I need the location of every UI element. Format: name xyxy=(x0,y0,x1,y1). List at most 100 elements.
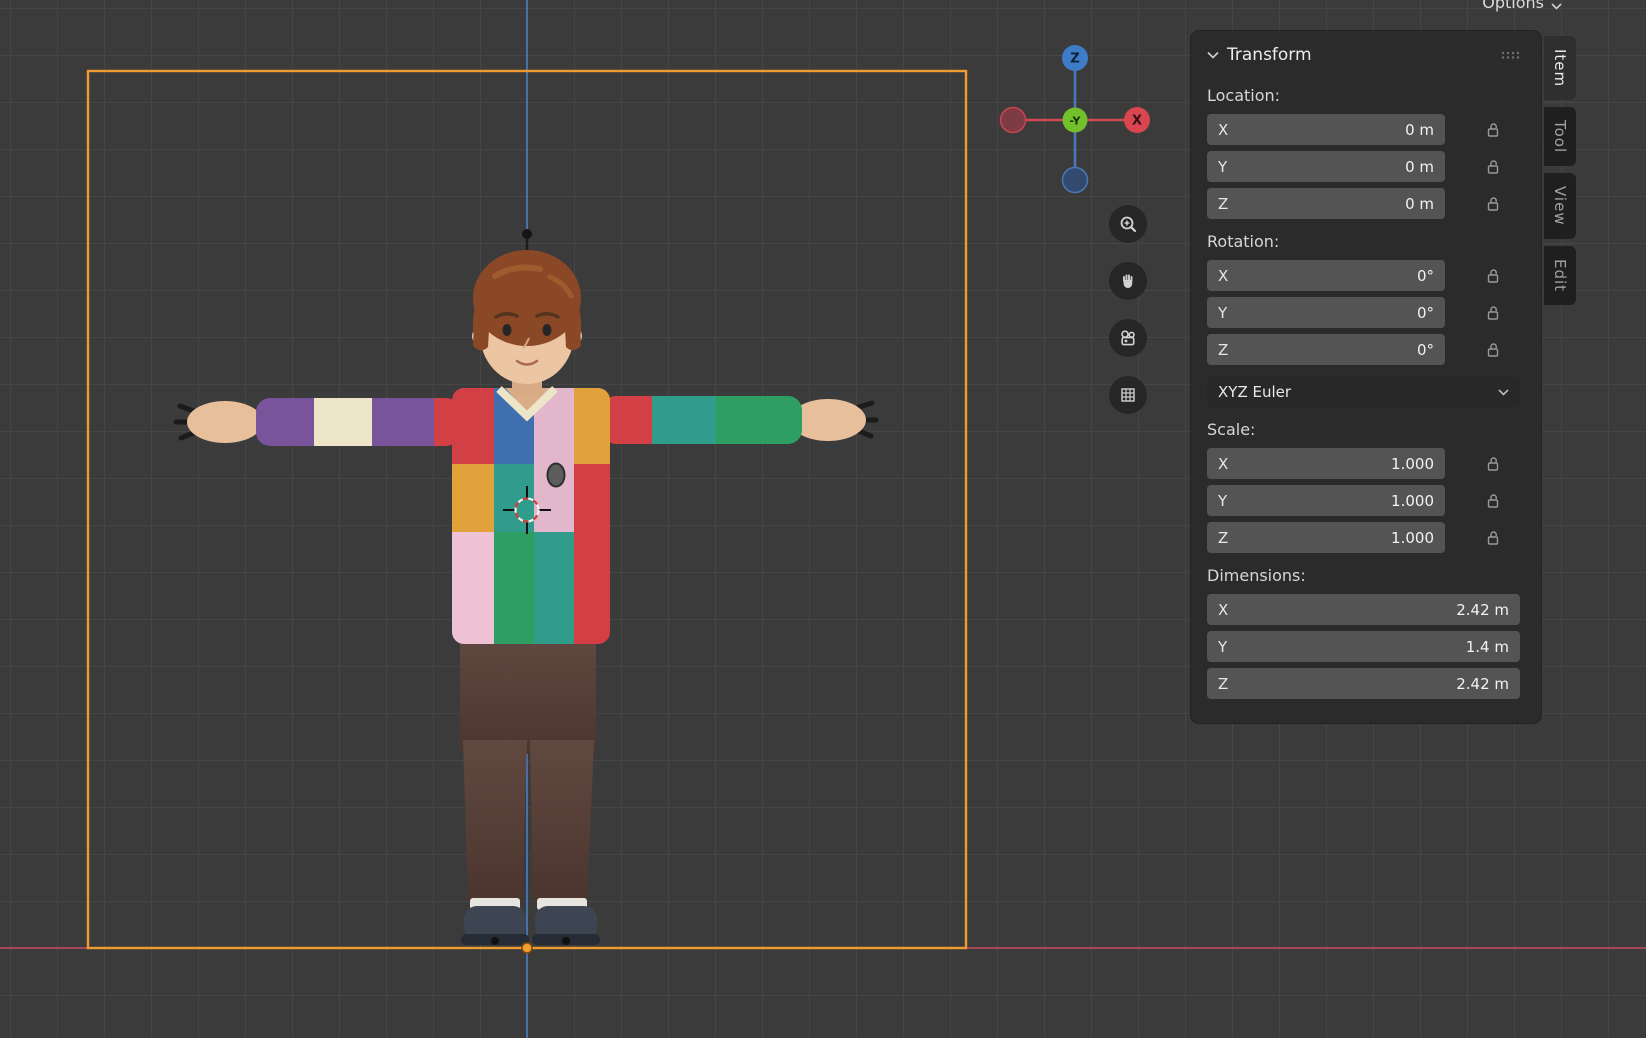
rotation-mode-value: XYZ Euler xyxy=(1218,383,1291,401)
dimensions-section-label: Dimensions: xyxy=(1207,566,1520,585)
character-sweater[interactable] xyxy=(452,388,610,644)
rotation-mode-dropdown[interactable]: XYZ Euler xyxy=(1207,377,1520,407)
axis-label: Y xyxy=(1218,304,1227,322)
location-x-field[interactable]: X 0 m xyxy=(1207,114,1445,145)
axis-label: X xyxy=(1218,455,1228,473)
rotation-z-field[interactable]: Z 0° xyxy=(1207,334,1445,365)
dimensions-y-row: Y 1.4 m xyxy=(1207,631,1520,662)
unlock-icon xyxy=(1484,529,1502,547)
transform-panel: Transform Location: X 0 m Y 0 m Z 0 xyxy=(1190,30,1542,724)
rotation-x-row: X 0° xyxy=(1207,260,1520,291)
rotation-x-field[interactable]: X 0° xyxy=(1207,260,1445,291)
gizmo-z-label: Z xyxy=(1070,52,1079,67)
orientation-gizmo[interactable]: Z X -Y xyxy=(995,40,1155,200)
gizmo-neg-y-label: -Y xyxy=(1070,115,1082,128)
axis-value: 1.4 m xyxy=(1466,638,1509,656)
sidebar-tab-view[interactable]: View xyxy=(1544,173,1576,239)
location-z-field[interactable]: Z 0 m xyxy=(1207,188,1445,219)
scale-x-row: X 1.000 xyxy=(1207,448,1520,479)
axis-value: 0° xyxy=(1417,267,1434,285)
axis-label: Y xyxy=(1218,638,1227,656)
dimensions-y-field[interactable]: Y 1.4 m xyxy=(1207,631,1520,662)
sidebar-tab-strip: Item Tool View Edit xyxy=(1544,36,1576,305)
blender-window: Options Z X -Y xyxy=(0,0,1646,1038)
magnifier-icon xyxy=(1118,214,1138,234)
location-z-lock-button[interactable] xyxy=(1481,192,1505,216)
rotation-y-row: Y 0° xyxy=(1207,297,1520,328)
axis-value: 1.000 xyxy=(1391,529,1434,547)
axis-value: 0° xyxy=(1417,304,1434,322)
options-label: Options xyxy=(1482,0,1544,13)
scale-y-lock-button[interactable] xyxy=(1481,489,1505,513)
camera-icon xyxy=(1118,328,1138,348)
tab-label: Tool xyxy=(1551,120,1569,153)
rotation-y-field[interactable]: Y 0° xyxy=(1207,297,1445,328)
scale-x-field[interactable]: X 1.000 xyxy=(1207,448,1445,479)
options-dropdown[interactable]: Options xyxy=(1482,0,1562,13)
axis-value: 0° xyxy=(1417,341,1434,359)
axis-value: 0 m xyxy=(1405,195,1434,213)
zoom-button[interactable] xyxy=(1109,205,1147,243)
sidebar-tab-item[interactable]: Item xyxy=(1544,36,1576,100)
pan-button[interactable] xyxy=(1109,262,1147,300)
character-model[interactable] xyxy=(176,229,876,945)
tab-label: Item xyxy=(1551,49,1569,87)
chevron-down-icon xyxy=(1551,3,1562,10)
sidebar-tab-edit[interactable]: Edit xyxy=(1544,246,1576,305)
axis-value: 1.000 xyxy=(1391,492,1434,510)
scale-y-row: Y 1.000 xyxy=(1207,485,1520,516)
axis-label: X xyxy=(1218,267,1228,285)
location-section-label: Location: xyxy=(1207,86,1520,105)
grid-icon xyxy=(1118,385,1138,405)
location-y-field[interactable]: Y 0 m xyxy=(1207,151,1445,182)
grid-ortho-button[interactable] xyxy=(1109,376,1147,414)
scale-z-lock-button[interactable] xyxy=(1481,526,1505,550)
axis-value: 0 m xyxy=(1405,121,1434,139)
object-origin-point[interactable] xyxy=(522,943,532,953)
location-y-row: Y 0 m xyxy=(1207,151,1520,182)
axis-value: 2.42 m xyxy=(1456,675,1509,693)
gizmo-neg-x-ball[interactable] xyxy=(1001,108,1026,133)
axis-label: Y xyxy=(1218,158,1227,176)
scale-y-field[interactable]: Y 1.000 xyxy=(1207,485,1445,516)
unlock-icon xyxy=(1484,341,1502,359)
location-y-lock-button[interactable] xyxy=(1481,155,1505,179)
dimensions-x-field[interactable]: X 2.42 m xyxy=(1207,594,1520,625)
rotation-x-lock-button[interactable] xyxy=(1481,264,1505,288)
axis-label: X xyxy=(1218,121,1228,139)
axis-label: X xyxy=(1218,601,1228,619)
gizmo-neg-z-ball[interactable] xyxy=(1063,168,1088,193)
scale-x-lock-button[interactable] xyxy=(1481,452,1505,476)
scale-z-row: Z 1.000 xyxy=(1207,522,1520,553)
axis-value: 1.000 xyxy=(1391,455,1434,473)
dimensions-x-row: X 2.42 m xyxy=(1207,594,1520,625)
camera-view-button[interactable] xyxy=(1109,319,1147,357)
axis-label: Z xyxy=(1218,529,1228,547)
tab-label: Edit xyxy=(1551,259,1569,292)
rotation-section-label: Rotation: xyxy=(1207,232,1520,251)
sidebar-tab-tool[interactable]: Tool xyxy=(1544,107,1576,166)
unlock-icon xyxy=(1484,195,1502,213)
dimensions-z-field[interactable]: Z 2.42 m xyxy=(1207,668,1520,699)
viewport-controls xyxy=(1109,205,1147,414)
rotation-z-lock-button[interactable] xyxy=(1481,338,1505,362)
chevron-down-icon xyxy=(1498,389,1509,396)
panel-drag-handle-icon[interactable] xyxy=(1500,50,1520,60)
axis-label: Z xyxy=(1218,675,1228,693)
location-x-row: X 0 m xyxy=(1207,114,1520,145)
transform-panel-header[interactable]: Transform xyxy=(1207,41,1520,73)
unlock-icon xyxy=(1484,455,1502,473)
rotation-y-lock-button[interactable] xyxy=(1481,301,1505,325)
character-shoes[interactable] xyxy=(461,898,600,945)
scale-section-label: Scale: xyxy=(1207,420,1520,439)
location-x-lock-button[interactable] xyxy=(1481,118,1505,142)
unlock-icon xyxy=(1484,121,1502,139)
character-legs[interactable] xyxy=(460,634,596,902)
axis-label: Z xyxy=(1218,195,1228,213)
unlock-icon xyxy=(1484,267,1502,285)
scale-z-field[interactable]: Z 1.000 xyxy=(1207,522,1445,553)
character-head[interactable] xyxy=(472,229,582,396)
hand-icon xyxy=(1118,271,1138,291)
tab-label: View xyxy=(1551,186,1569,226)
pendant xyxy=(548,464,565,487)
